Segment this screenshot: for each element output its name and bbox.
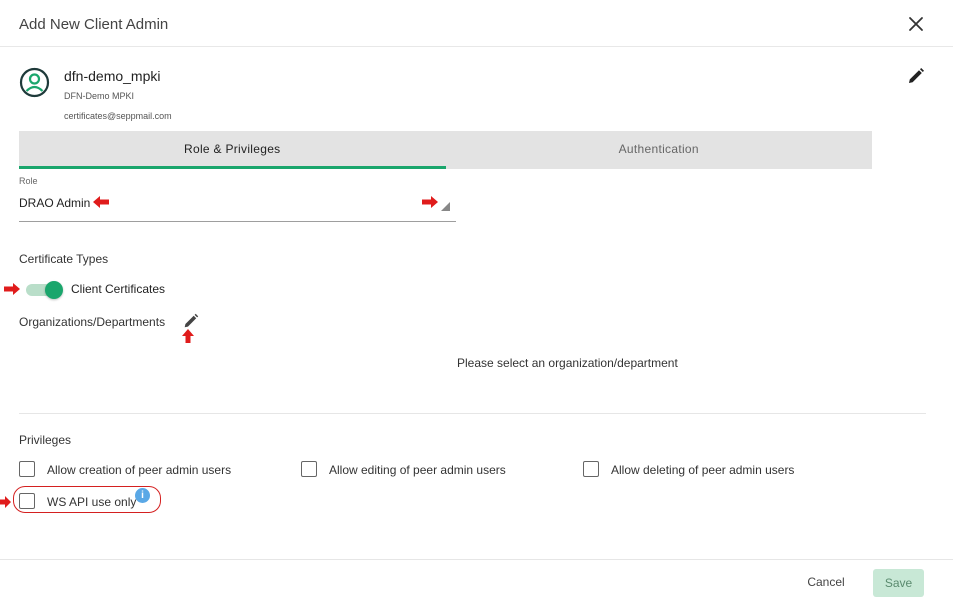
annotation-highlight-oval bbox=[13, 486, 161, 513]
privileges-label: Privileges bbox=[19, 433, 72, 447]
privilege-delete-peer-admins[interactable]: Allow deleting of peer admin users bbox=[583, 461, 823, 481]
privilege-edit-peer-admins[interactable]: Allow editing of peer admin users bbox=[301, 461, 541, 481]
save-button[interactable]: Save bbox=[873, 569, 924, 597]
annotation-arrow-right-icon bbox=[422, 196, 438, 208]
dialog-title: Add New Client Admin bbox=[19, 16, 169, 33]
cancel-button[interactable]: Cancel bbox=[796, 569, 856, 595]
privilege-label: Allow deleting of peer admin users bbox=[611, 463, 795, 477]
footer-divider bbox=[0, 559, 953, 560]
user-name: dfn-demo_mpki bbox=[64, 68, 161, 84]
user-circle-icon bbox=[19, 67, 50, 98]
role-value: DRAO Admin bbox=[19, 196, 91, 210]
tab-role-privileges[interactable]: Role & Privileges bbox=[19, 131, 446, 169]
organizations-empty-message: Please select an organization/department bbox=[457, 356, 678, 370]
annotation-arrow-left-icon bbox=[93, 196, 109, 208]
checkbox[interactable] bbox=[301, 461, 317, 477]
user-organization: DFN-Demo MPKI bbox=[64, 91, 135, 101]
client-certificates-toggle[interactable] bbox=[26, 281, 64, 299]
checkbox[interactable] bbox=[583, 461, 599, 477]
role-select[interactable]: DRAO Admin bbox=[19, 190, 456, 222]
privilege-create-peer-admins[interactable]: Allow creation of peer admin users bbox=[19, 461, 259, 481]
tab-authentication[interactable]: Authentication bbox=[446, 131, 873, 169]
client-certificates-label: Client Certificates bbox=[71, 282, 166, 296]
role-label: Role bbox=[19, 176, 38, 186]
section-divider bbox=[19, 413, 926, 414]
dialog-header: Add New Client Admin bbox=[0, 0, 953, 47]
privilege-label: Allow creation of peer admin users bbox=[47, 463, 232, 477]
tab-bar: Role & Privileges Authentication bbox=[19, 131, 872, 169]
user-email: certificates@seppmail.com bbox=[64, 111, 172, 121]
annotation-arrow-right-icon bbox=[4, 283, 20, 295]
organizations-label: Organizations/Departments bbox=[19, 315, 166, 329]
annotation-arrow-right-icon bbox=[0, 496, 11, 508]
checkbox[interactable] bbox=[19, 461, 35, 477]
dropdown-caret-icon bbox=[441, 202, 450, 211]
privilege-label: Allow editing of peer admin users bbox=[329, 463, 506, 477]
annotation-arrow-up-icon bbox=[182, 329, 194, 343]
certificate-types-label: Certificate Types bbox=[19, 252, 109, 266]
edit-user-pencil-icon[interactable] bbox=[906, 66, 926, 86]
toggle-knob bbox=[45, 281, 63, 299]
edit-organizations-pencil-icon[interactable] bbox=[182, 312, 200, 330]
close-icon[interactable] bbox=[906, 14, 926, 34]
